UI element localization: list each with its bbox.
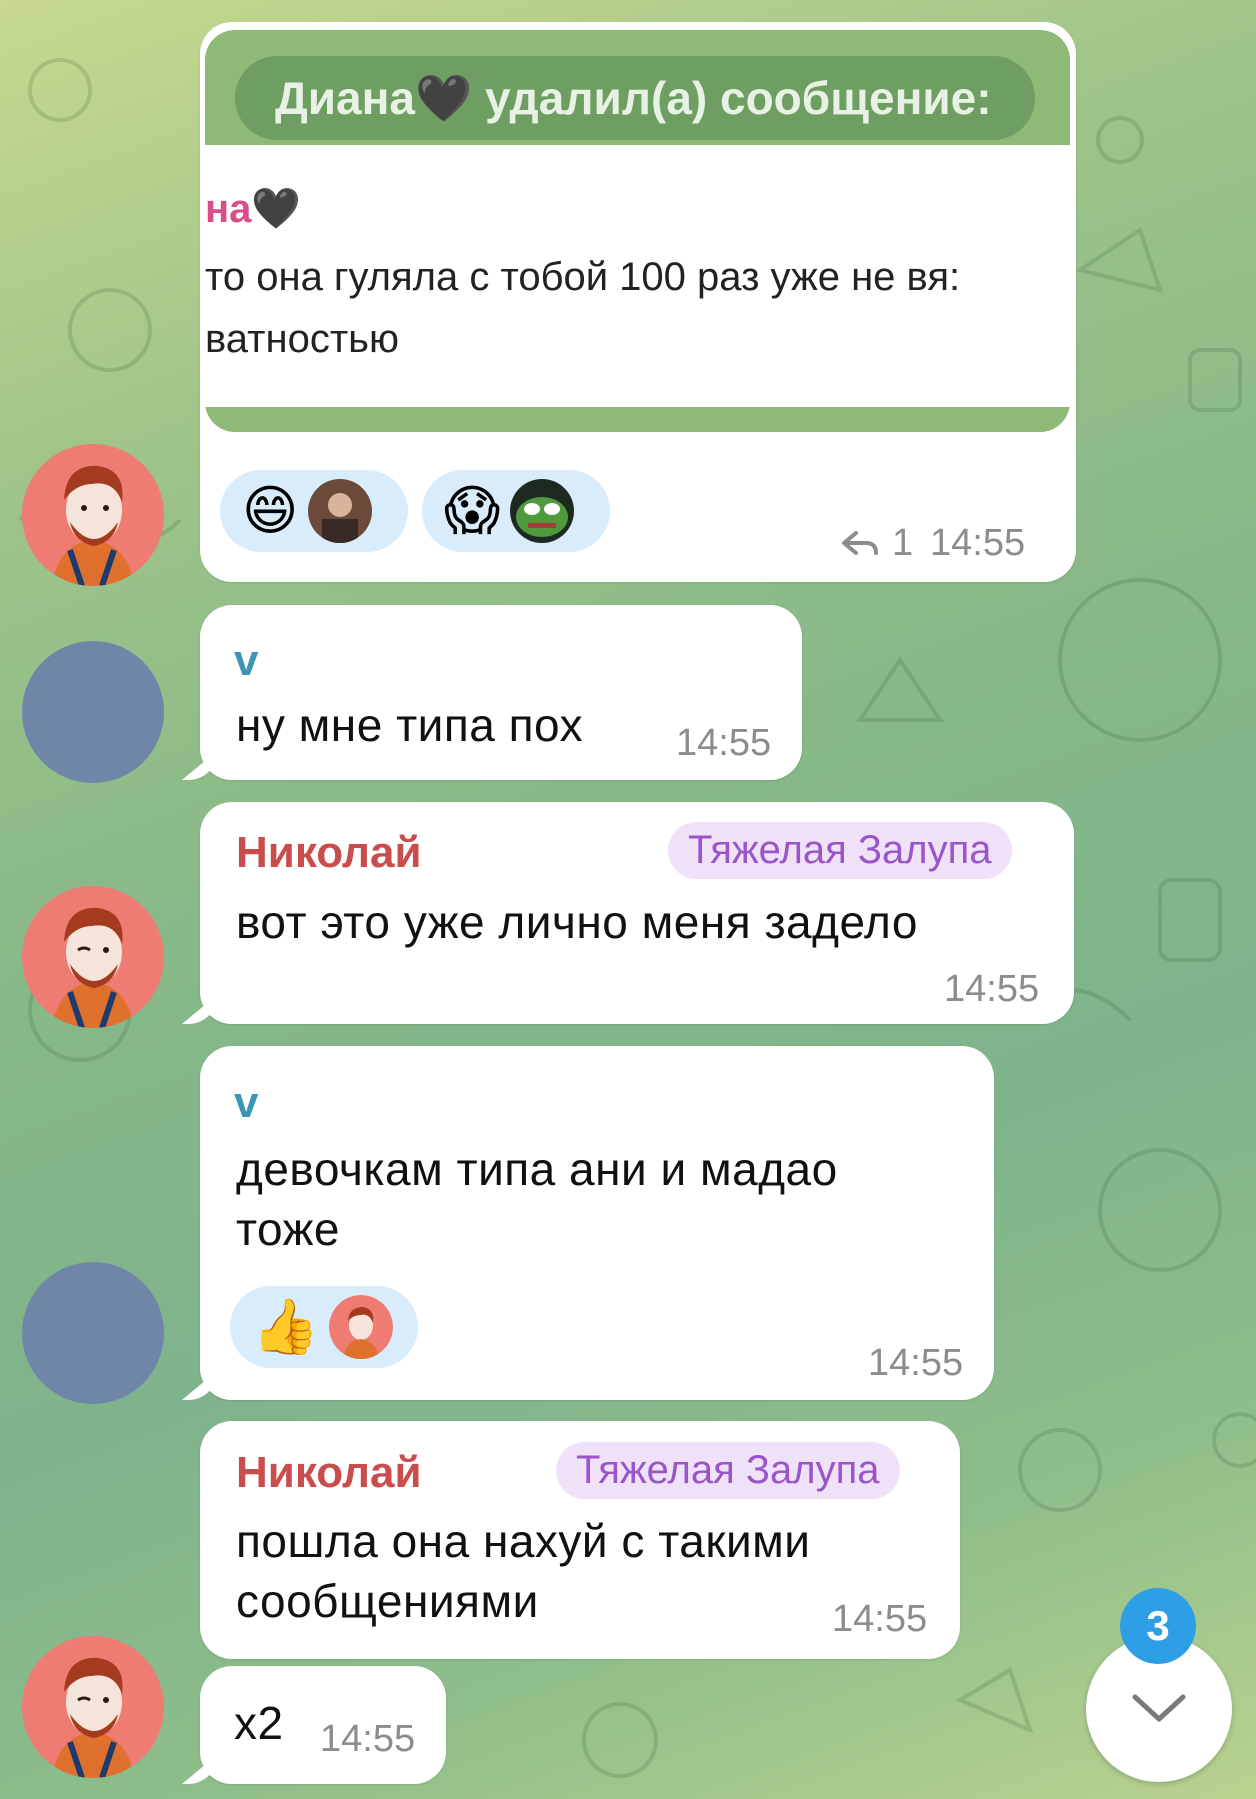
avatar-v[interactable] xyxy=(22,1262,164,1404)
reaction-laugh[interactable]: 😄 xyxy=(220,470,408,552)
admin-title-badge: Тяжелая Залупа xyxy=(556,1442,900,1499)
reactor-avatar xyxy=(329,1295,394,1359)
screenshot-text-line1: то она гуляла с тобой 100 раз уже не вя: xyxy=(205,255,961,299)
message-time: 14:55 xyxy=(832,1598,928,1640)
reaction-thumbs-up[interactable]: 👍 xyxy=(230,1286,418,1368)
sender-name[interactable]: v xyxy=(234,1078,258,1128)
message-time: 14:55 xyxy=(320,1718,416,1760)
pepe-avatar xyxy=(510,479,575,543)
deleted-notice-header: Диана🖤 удалил(а) сообщение: xyxy=(235,56,1035,140)
reply-count[interactable]: 1 xyxy=(840,522,913,565)
sender-name[interactable]: Николай xyxy=(236,828,422,878)
chevron-down-icon xyxy=(1132,1694,1186,1722)
message-text-line1: девочкам типа ани и мадао xyxy=(236,1143,838,1195)
message-text: вот это уже лично меня задело xyxy=(236,896,918,948)
message-time: 14:55 xyxy=(868,1342,964,1384)
avatar-v[interactable] xyxy=(22,641,164,783)
message-text: ну мне типа пох xyxy=(236,699,584,751)
message-text-line2: сообщениями xyxy=(236,1575,539,1627)
avatar-nikolai[interactable] xyxy=(22,444,164,586)
reaction-scream[interactable]: 😱 xyxy=(422,470,610,552)
screenshot-sender: на🖤 xyxy=(205,187,302,231)
message-time: 14:55 xyxy=(930,522,1026,564)
message-time: 14:55 xyxy=(676,722,772,764)
screenshot-content: на🖤 то она гуляла с тобой 100 раз уже не… xyxy=(205,145,1070,407)
reply-count-value: 1 xyxy=(892,522,914,564)
screenshot-text-line2: ватностью xyxy=(205,317,399,361)
screenshot-image[interactable]: Диана🖤 удалил(а) сообщение: на🖤 то она г… xyxy=(205,30,1070,432)
avatar-nikolai[interactable] xyxy=(22,1636,164,1778)
message-text-line2: тоже xyxy=(236,1203,340,1255)
avatar-nikolai[interactable] xyxy=(22,886,164,1028)
message-time: 14:55 xyxy=(944,968,1040,1010)
laugh-emoji-icon: 😄 xyxy=(242,479,299,542)
message-text: x2 xyxy=(234,1697,284,1749)
thumbs-up-emoji-icon: 👍 xyxy=(252,1295,320,1358)
admin-title-badge: Тяжелая Залупа xyxy=(668,822,1012,879)
reactor-avatar xyxy=(308,479,373,543)
scream-emoji-icon: 😱 xyxy=(444,479,501,542)
reply-arrow-icon xyxy=(842,530,878,555)
unread-counter-badge: 3 xyxy=(1120,1588,1196,1664)
message-text-line1: пошла она нахуй с такими xyxy=(236,1515,811,1567)
sender-name[interactable]: Николай xyxy=(236,1448,422,1498)
sender-name[interactable]: v xyxy=(234,636,258,686)
